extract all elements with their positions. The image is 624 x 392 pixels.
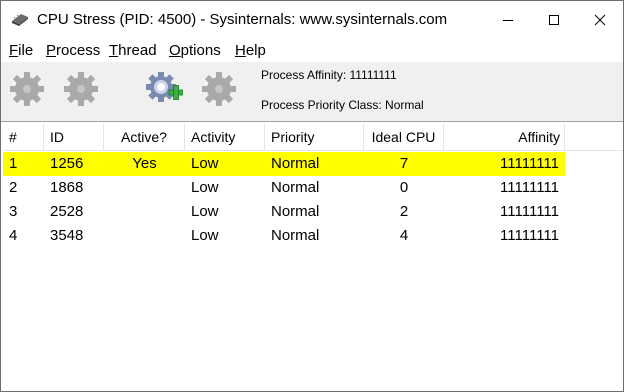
minimize-icon — [503, 19, 513, 21]
process-affinity-label: Process Affinity: 11111111 — [261, 68, 397, 82]
table-row[interactable]: 4 3548 Low Normal 4 11111111 — [3, 224, 565, 248]
toolbar-button-1[interactable] — [5, 67, 49, 111]
cell-ideal-cpu: 4 — [399, 227, 409, 244]
column-header-affinity[interactable]: Affinity — [444, 124, 565, 151]
maximize-button[interactable] — [531, 1, 577, 38]
gear-icon — [202, 72, 236, 106]
cell-activity: Low — [191, 179, 219, 196]
column-header-number[interactable]: # — [3, 124, 44, 151]
cell-active — [104, 224, 185, 248]
table-row[interactable]: 2 1868 Low Normal 0 11111111 — [3, 176, 565, 200]
cell-priority: Normal — [271, 155, 320, 172]
cell-active — [104, 200, 185, 224]
cell-affinity: 11111111 — [500, 155, 559, 172]
column-header-activity[interactable]: Activity — [185, 124, 265, 151]
menu-thread[interactable]: Thread — [109, 42, 157, 59]
close-icon — [594, 14, 606, 25]
app-window: CPU Stress (PID: 4500) - Sysinternals: w… — [0, 0, 624, 392]
thread-list[interactable]: # ID Active? Activity Priority Ideal CPU… — [3, 124, 623, 391]
process-priority-label: Process Priority Class: Normal — [261, 98, 424, 112]
close-button[interactable] — [577, 1, 623, 38]
column-header-active[interactable]: Active? — [104, 124, 185, 151]
cell-number: 3 — [9, 203, 18, 220]
cell-ideal-cpu: 7 — [399, 155, 409, 172]
cell-activity: Low — [191, 227, 219, 244]
cell-id: 2528 — [50, 203, 84, 220]
cell-activity: Low — [191, 155, 219, 172]
cell-activity: Low — [191, 203, 219, 220]
menu-process[interactable]: Process — [46, 42, 100, 59]
menu-options[interactable]: Options — [169, 42, 221, 59]
cell-number: 1 — [9, 155, 18, 172]
column-header-ideal-cpu[interactable]: Ideal CPU — [364, 124, 444, 151]
cell-active — [104, 176, 185, 200]
column-header-id[interactable]: ID — [44, 124, 104, 151]
menu-help[interactable]: Help — [235, 42, 266, 59]
toolbar-button-2[interactable] — [59, 67, 103, 111]
add-thread-button[interactable] — [141, 67, 185, 111]
menu-bar: File Process Thread Options Help — [1, 41, 623, 62]
cell-id: 3548 — [50, 227, 84, 244]
cell-priority: Normal — [271, 203, 320, 220]
cell-affinity: 11111111 — [500, 203, 559, 220]
minimize-button[interactable] — [485, 1, 531, 38]
title-bar[interactable]: CPU Stress (PID: 4500) - Sysinternals: w… — [1, 1, 623, 38]
cell-priority: Normal — [271, 179, 320, 196]
maximize-icon — [549, 14, 559, 25]
cell-affinity: 11111111 — [500, 179, 559, 196]
menu-file[interactable]: File — [9, 42, 33, 59]
chip-icon — [10, 12, 30, 26]
cell-affinity: 11111111 — [500, 227, 559, 244]
cell-number: 2 — [9, 179, 18, 196]
cell-ideal-cpu: 2 — [399, 203, 409, 220]
toolbar-button-4[interactable] — [197, 67, 241, 111]
cell-ideal-cpu: 0 — [399, 179, 409, 196]
toolbar: Process Affinity: 11111111 Process Prior… — [1, 62, 623, 122]
cell-priority: Normal — [271, 227, 320, 244]
column-header-priority[interactable]: Priority — [265, 124, 364, 151]
table-row[interactable]: 1 1256 Yes Low Normal 7 11111111 — [3, 152, 565, 176]
window-title: CPU Stress (PID: 4500) - Sysinternals: w… — [37, 11, 448, 28]
cell-id: 1256 — [50, 155, 84, 172]
gear-icon — [64, 72, 98, 106]
gear-icon — [10, 72, 44, 106]
cell-active: Yes — [132, 155, 157, 172]
list-header: # ID Active? Activity Priority Ideal CPU… — [3, 124, 623, 151]
cell-id: 1868 — [50, 179, 84, 196]
gear-add-icon — [146, 72, 183, 102]
cell-number: 4 — [9, 227, 18, 244]
table-row[interactable]: 3 2528 Low Normal 2 11111111 — [3, 200, 565, 224]
